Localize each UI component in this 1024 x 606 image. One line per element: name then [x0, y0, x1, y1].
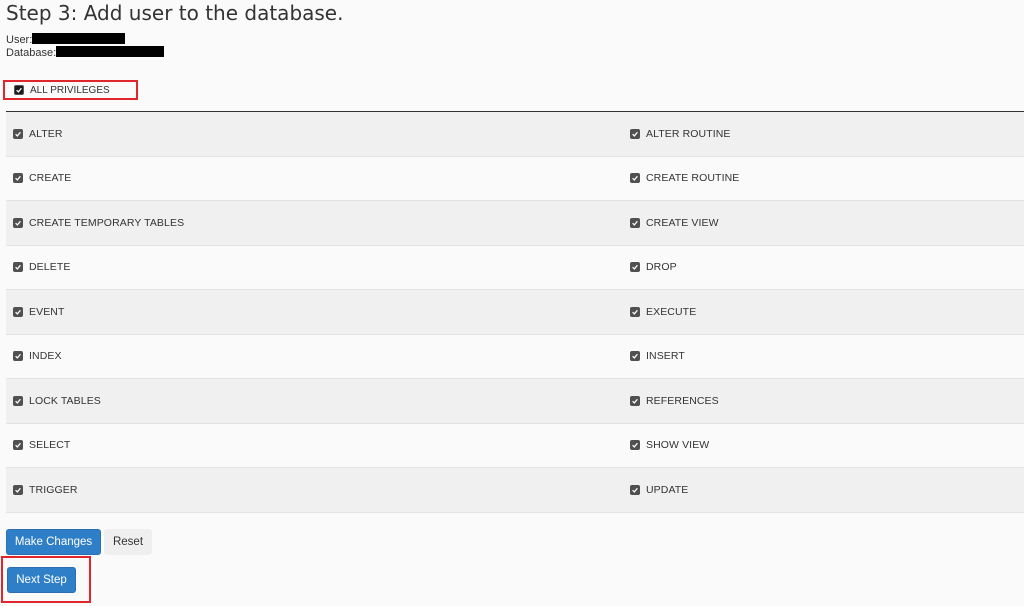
privilege-checkbox[interactable] [13, 173, 23, 184]
check-icon [15, 265, 21, 271]
check-icon [15, 398, 21, 404]
reset-button[interactable]: Reset [104, 529, 152, 555]
privilege-checkbox[interactable] [13, 351, 23, 362]
privilege-checkbox[interactable] [630, 484, 640, 495]
privilege-label: INDEX [29, 350, 62, 363]
privilege-item: DROP [624, 261, 1024, 273]
check-icon [15, 354, 21, 360]
privilege-row: LOCK TABLES REFERENCES [6, 379, 1024, 424]
check-icon [632, 131, 638, 137]
privilege-checkbox[interactable] [13, 262, 23, 273]
privilege-label: ALTER [29, 127, 63, 140]
privilege-label: UPDATE [646, 483, 689, 496]
privilege-checkbox[interactable] [630, 440, 640, 451]
privilege-label: LOCK TABLES [29, 394, 101, 407]
privilege-checkbox[interactable] [630, 217, 640, 228]
privilege-row: EVENT EXECUTE [6, 290, 1024, 335]
privilege-checkbox[interactable] [630, 395, 640, 406]
privilege-item: UPDATE [624, 484, 1024, 496]
privilege-row: CREATE CREATE ROUTINE [6, 156, 1024, 201]
next-step-button[interactable]: Next Step [7, 567, 76, 593]
privilege-checkbox[interactable] [13, 217, 23, 228]
privilege-label: SELECT [29, 439, 71, 452]
privilege-item: ALTER ROUTINE [624, 128, 1024, 140]
database-label: Database: [6, 47, 57, 59]
privilege-checkbox[interactable] [13, 306, 23, 317]
privilege-checkbox[interactable] [13, 440, 23, 451]
privilege-item: TRIGGER [6, 484, 624, 496]
check-icon [15, 131, 21, 137]
privilege-label: SHOW VIEW [646, 439, 710, 452]
privilege-item: CREATE TEMPORARY TABLES [6, 217, 624, 229]
privilege-item: DELETE [6, 261, 624, 273]
privilege-checkbox[interactable] [630, 128, 640, 139]
database-line: Database: [6, 46, 165, 59]
user-label: User: [6, 34, 33, 46]
privilege-item: INDEX [6, 350, 624, 362]
privilege-label: TRIGGER [29, 483, 78, 496]
privilege-item: SHOW VIEW [624, 439, 1024, 451]
privilege-row: ALTER ALTER ROUTINE [6, 112, 1024, 157]
privilege-item: CREATE VIEW [624, 217, 1024, 229]
privilege-label: EXECUTE [646, 305, 697, 318]
privilege-label: DELETE [29, 261, 71, 274]
privilege-item: ALTER [6, 128, 624, 140]
privilege-row: TRIGGER UPDATE [6, 468, 1024, 513]
all-privileges-label: ALL PRIVILEGES [30, 84, 110, 96]
check-icon [632, 354, 638, 360]
privilege-label: CREATE [29, 172, 72, 185]
check-icon [15, 176, 21, 182]
privilege-checkbox[interactable] [13, 395, 23, 406]
privilege-checkbox[interactable] [630, 306, 640, 317]
check-icon [16, 87, 22, 93]
privilege-checkbox[interactable] [13, 484, 23, 495]
privilege-item: SELECT [6, 439, 624, 451]
make-changes-button[interactable]: Make Changes [6, 529, 101, 555]
check-icon [15, 487, 21, 493]
privilege-item: EVENT [6, 306, 624, 318]
privilege-label: ALTER ROUTINE [646, 127, 731, 140]
privileges-table: ALTER ALTER ROUTINE CREATE CREATE ROUTINE CR… [6, 112, 1024, 513]
privilege-item: INSERT [624, 350, 1024, 362]
redacted-user [32, 33, 126, 44]
privilege-label: CREATE TEMPORARY TABLES [29, 216, 185, 229]
privilege-label: DROP [646, 261, 677, 274]
privilege-row: INDEX INSERT [6, 334, 1024, 379]
user-line: User: [6, 33, 126, 46]
redacted-database [56, 46, 165, 57]
check-icon [632, 398, 638, 404]
privilege-item: REFERENCES [624, 395, 1024, 407]
privilege-row: CREATE TEMPORARY TABLES CREATE VIEW [6, 201, 1024, 246]
privilege-checkbox[interactable] [630, 351, 640, 362]
check-icon [632, 487, 638, 493]
privilege-row: DELETE DROP [6, 245, 1024, 290]
privilege-label: REFERENCES [646, 394, 719, 407]
check-icon [15, 309, 21, 315]
privilege-row: SELECT SHOW VIEW [6, 423, 1024, 468]
privilege-item: CREATE ROUTINE [624, 172, 1024, 184]
check-icon [632, 220, 638, 226]
privilege-item: CREATE [6, 172, 624, 184]
check-icon [15, 443, 21, 449]
privilege-item: LOCK TABLES [6, 395, 624, 407]
privilege-label: INSERT [646, 350, 685, 363]
page-title: Step 3: Add user to the database. [6, 1, 344, 25]
check-icon [632, 265, 638, 271]
all-privileges-checkbox[interactable] [14, 85, 24, 95]
privilege-label: EVENT [29, 305, 65, 318]
all-privileges-highlight: ALL PRIVILEGES [3, 80, 138, 100]
privilege-item: EXECUTE [624, 306, 1024, 318]
privilege-checkbox[interactable] [13, 128, 23, 139]
check-icon [632, 176, 638, 182]
privilege-label: CREATE VIEW [646, 216, 719, 229]
privilege-checkbox[interactable] [630, 262, 640, 273]
privilege-label: CREATE ROUTINE [646, 172, 740, 185]
check-icon [632, 443, 638, 449]
check-icon [632, 309, 638, 315]
privilege-checkbox[interactable] [630, 173, 640, 184]
check-icon [15, 220, 21, 226]
